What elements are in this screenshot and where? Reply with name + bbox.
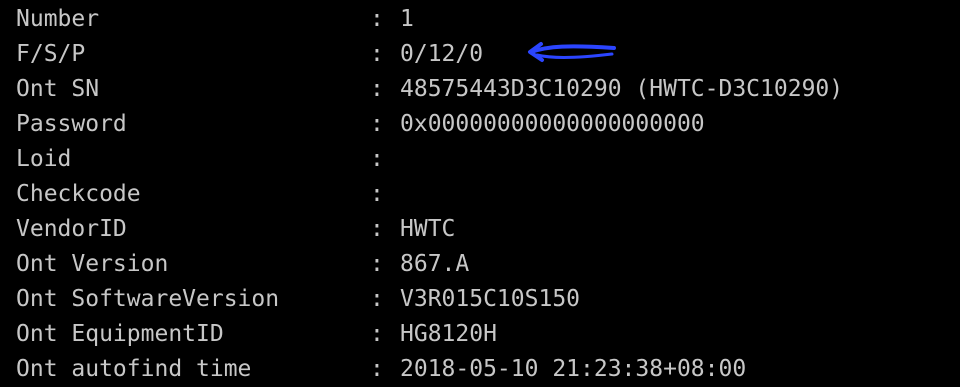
- field-value-vendor-id: HWTC: [400, 216, 456, 242]
- terminal-row-checkcode: Checkcode :: [16, 177, 960, 212]
- terminal-row-ont-sn: Ont SN : 48575443D3C10290 (HWTC-D3C10290…: [16, 72, 960, 107]
- terminal-row-password: Password : 0x00000000000000000000: [16, 107, 960, 142]
- terminal-output: Number : 1 F/S/P : 0/12/0 Ont SN : 48575…: [16, 2, 960, 383]
- field-label-ont-version: Ont Version: [16, 251, 169, 277]
- field-value-ont-equipment-id: HG8120H: [400, 321, 497, 347]
- field-label-checkcode: Checkcode: [16, 181, 141, 207]
- field-label-ont-software-version: Ont SoftwareVersion: [16, 286, 280, 312]
- field-separator: :: [370, 286, 384, 312]
- field-label-password: Password: [16, 111, 127, 137]
- field-label-vendor-id: VendorID: [16, 216, 127, 242]
- field-label-ont-sn: Ont SN: [16, 76, 100, 102]
- field-value-ont-autofind-time: 2018-05-10 21:23:38+08:00: [400, 356, 747, 382]
- field-separator: :: [370, 41, 384, 67]
- field-value-fsp: 0/12/0: [400, 41, 484, 67]
- field-separator: :: [370, 356, 384, 382]
- field-label-ont-equipment-id: Ont EquipmentID: [16, 321, 224, 347]
- field-separator: :: [370, 181, 384, 207]
- field-separator: :: [370, 321, 384, 347]
- field-separator: :: [370, 216, 384, 242]
- field-value-ont-software-version: V3R015C10S150: [400, 286, 581, 312]
- terminal-row-ont-equipment-id: Ont EquipmentID : HG8120H: [16, 317, 960, 352]
- terminal-row-vendor-id: VendorID : HWTC: [16, 212, 960, 247]
- field-separator: :: [370, 76, 384, 102]
- field-value-ont-version: 867.A: [400, 251, 470, 277]
- terminal-row-fsp: F/S/P : 0/12/0: [16, 37, 960, 72]
- field-value-checkcode: [400, 177, 960, 212]
- terminal-row-ont-version: Ont Version : 867.A: [16, 247, 960, 282]
- field-separator: :: [370, 6, 384, 32]
- terminal-row-number: Number : 1: [16, 2, 960, 37]
- field-label-loid: Loid: [16, 146, 72, 172]
- field-value-password: 0x00000000000000000000: [400, 111, 705, 137]
- field-separator: :: [370, 251, 384, 277]
- field-label-fsp: F/S/P: [16, 41, 86, 67]
- field-value-loid: [400, 142, 960, 177]
- field-separator: :: [370, 111, 384, 137]
- terminal-row-ont-autofind-time: Ont autofind time : 2018-05-10 21:23:38+…: [16, 352, 960, 387]
- field-value-number: 1: [400, 6, 414, 32]
- terminal-row-ont-software-version: Ont SoftwareVersion : V3R015C10S150: [16, 282, 960, 317]
- field-separator: :: [370, 146, 384, 172]
- field-value-ont-sn: 48575443D3C10290 (HWTC-D3C10290): [400, 76, 844, 102]
- field-label-ont-autofind-time: Ont autofind time: [16, 356, 252, 382]
- hand-drawn-arrow-left-icon: [528, 42, 616, 62]
- field-label-number: Number: [16, 6, 100, 32]
- terminal-row-loid: Loid :: [16, 142, 960, 177]
